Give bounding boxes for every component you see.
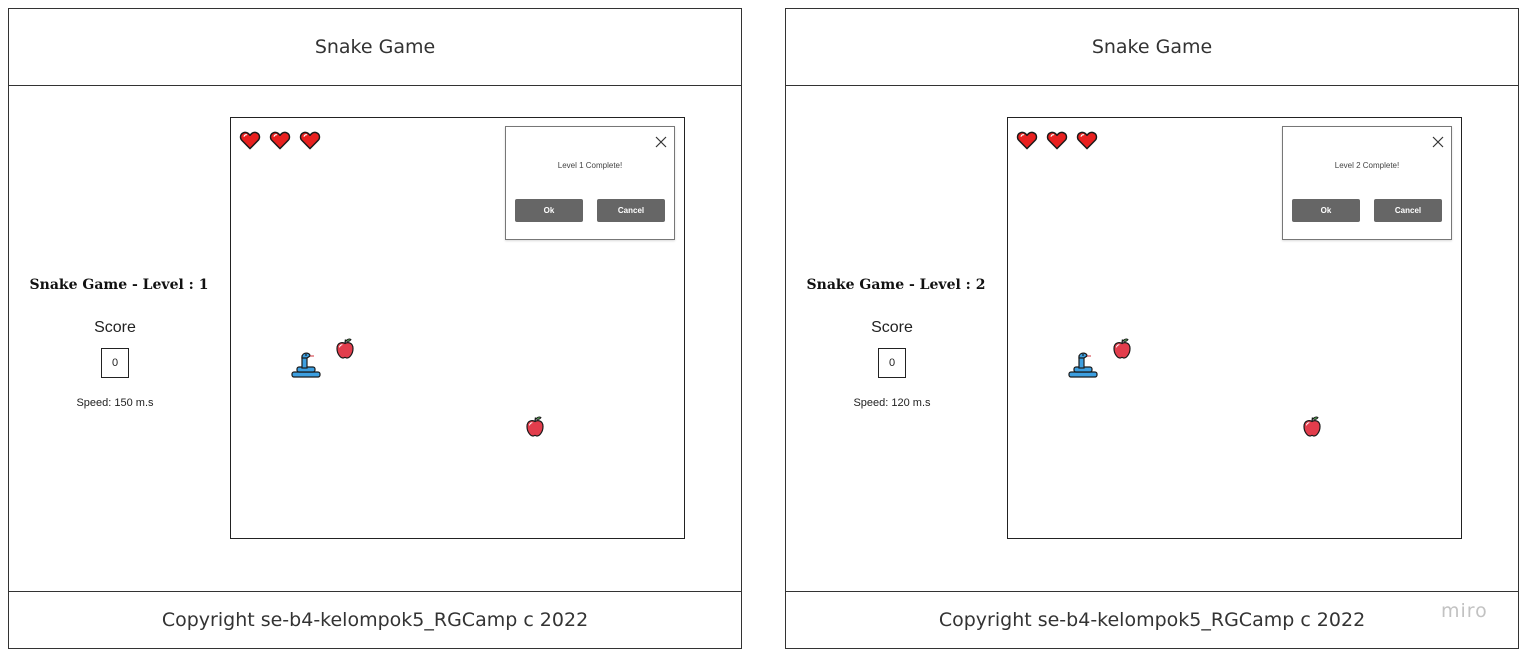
cancel-button[interactable]: Cancel: [1374, 199, 1442, 222]
apple-icon: [1113, 338, 1131, 359]
heart-icon: [1016, 131, 1038, 150]
heart-icon: [1046, 131, 1068, 150]
lives-indicator: [239, 130, 321, 150]
apple-icon: [526, 416, 544, 437]
cancel-button[interactable]: Cancel: [597, 199, 665, 222]
score-value: 0: [888, 357, 896, 369]
level-complete-dialog: Level 2 Complete! Ok Cancel: [1282, 126, 1452, 240]
app-footer: Copyright se-b4-kelompok5_RGCamp c 2022: [786, 591, 1518, 648]
score-value-box: 0: [878, 348, 906, 378]
heart-icon: [299, 131, 321, 150]
heart-icon: [269, 131, 291, 150]
score-value: 0: [111, 357, 119, 369]
app-header: Snake Game: [9, 9, 741, 86]
dialog-message: Level 2 Complete!: [1334, 161, 1400, 170]
miro-watermark: miro: [1441, 600, 1488, 622]
close-icon[interactable]: [1431, 135, 1445, 149]
speed-text: Speed: 120 m.s: [853, 397, 931, 409]
app-footer: Copyright se-b4-kelompok5_RGCamp c 2022: [9, 591, 741, 648]
heart-icon: [1076, 131, 1098, 150]
app-header: Snake Game: [786, 9, 1518, 86]
ok-button[interactable]: Ok: [515, 199, 583, 222]
snake-icon: [1068, 352, 1098, 378]
speed-text: Speed: 150 m.s: [76, 397, 154, 409]
apple-icon: [336, 338, 354, 359]
ok-button[interactable]: Ok: [1292, 199, 1360, 222]
wireframe-screen-level-2: Snake Game Snake Game - Level : 2 Score …: [785, 8, 1519, 649]
dialog-message: Level 1 Complete!: [557, 161, 623, 170]
copyright-text: Copyright se-b4-kelompok5_RGCamp c 2022: [161, 609, 589, 631]
heart-icon: [239, 131, 261, 150]
score-value-box: 0: [101, 348, 129, 378]
score-label: Score: [871, 319, 913, 336]
game-board[interactable]: Level 1 Complete! Ok Cancel: [230, 117, 685, 539]
apple-icon: [1303, 416, 1321, 437]
level-title: Snake Game - Level : 1: [29, 277, 209, 293]
level-title: Snake Game - Level : 2: [806, 277, 986, 293]
wireframe-screen-level-1: Snake Game Snake Game - Level : 1 Score …: [8, 8, 742, 649]
app-title: Snake Game: [1091, 36, 1213, 58]
game-board[interactable]: Level 2 Complete! Ok Cancel: [1007, 117, 1462, 539]
snake-icon: [291, 352, 321, 378]
close-icon[interactable]: [654, 135, 668, 149]
level-complete-dialog: Level 1 Complete! Ok Cancel: [505, 126, 675, 240]
score-label: Score: [94, 319, 136, 336]
app-title: Snake Game: [314, 36, 436, 58]
lives-indicator: [1016, 130, 1098, 150]
copyright-text: Copyright se-b4-kelompok5_RGCamp c 2022: [938, 609, 1366, 631]
